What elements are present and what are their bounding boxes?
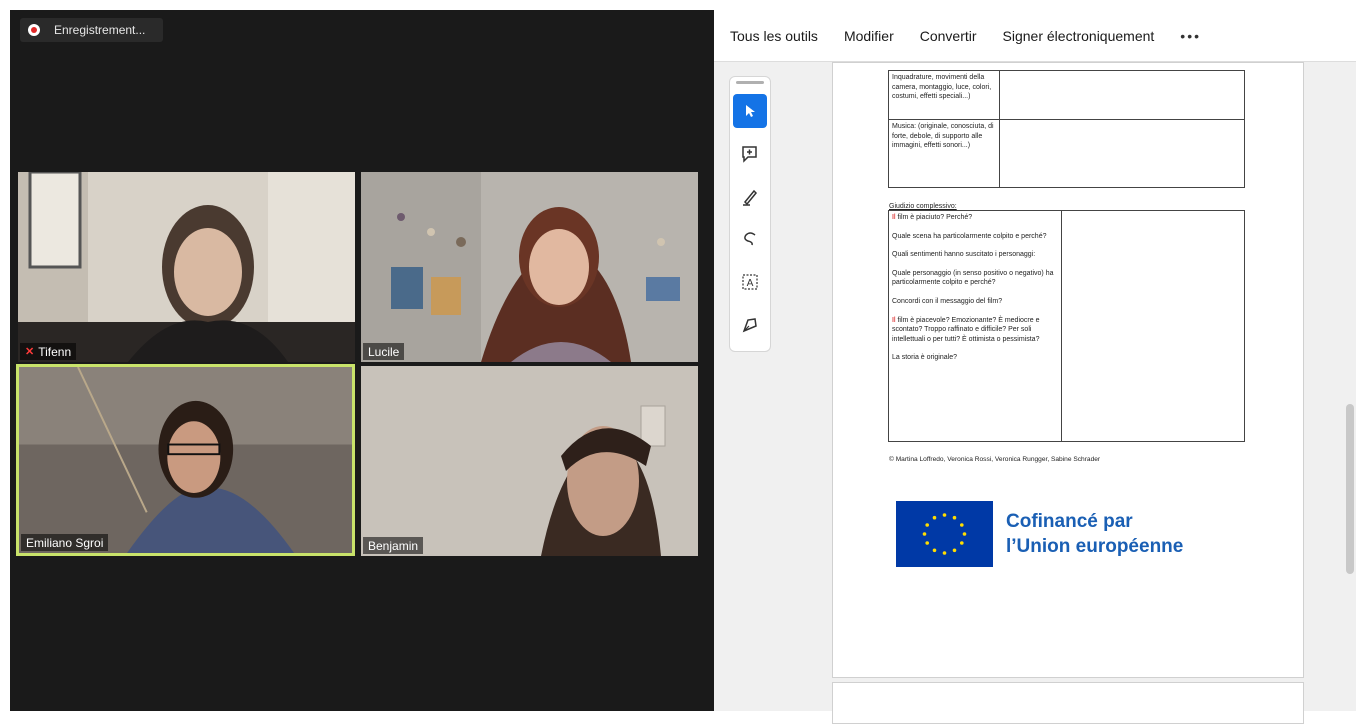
eu-cofunding-text: Cofinancé par l’Union européenne <box>1006 509 1183 559</box>
recording-label: Enregistrement... <box>54 23 146 37</box>
quick-tools-panel: A <box>729 76 771 352</box>
top-toolbar: Tous les outils Modifier Convertir Signe… <box>714 10 1356 62</box>
section-heading: Giudizio complessivo: <box>889 203 957 210</box>
menu-all-tools[interactable]: Tous les outils <box>730 28 818 44</box>
recording-indicator[interactable]: Enregistrement... <box>20 18 164 42</box>
table-cell-empty <box>1000 71 1244 119</box>
table-cell: Inquadrature, movimenti della camera, mo… <box>889 71 1000 119</box>
text-box-icon[interactable]: A <box>733 265 767 299</box>
vertical-scrollbar[interactable] <box>1346 64 1354 711</box>
more-options-icon[interactable]: ••• <box>1180 28 1201 44</box>
video-tile-lucile[interactable]: Lucile <box>361 172 698 362</box>
question-item: Concordi con il messaggio del film? <box>892 297 1003 305</box>
highlight-pen-icon[interactable] <box>733 180 767 214</box>
select-icon[interactable] <box>733 93 767 128</box>
video-feed <box>361 366 698 556</box>
table-cell: Musica: (originale, conosciuta, di forte… <box>889 120 1000 188</box>
participant-label: ✕ Tifenn <box>20 343 77 360</box>
table-row: Inquadrature, movimenti della camera, mo… <box>889 71 1244 119</box>
question-item: Il film è piacevole? Emozionante? È medi… <box>892 316 1040 343</box>
menu-e-sign[interactable]: Signer électroniquement <box>1003 28 1155 44</box>
svg-text:A: A <box>747 278 754 289</box>
question-item: La storia è originale? <box>892 354 957 362</box>
eu-flag-logo <box>896 501 993 567</box>
table-cell-empty <box>1000 120 1244 188</box>
video-feed <box>361 172 698 362</box>
eu-line-1: Cofinancé par <box>1006 511 1133 532</box>
document-page: Inquadrature, movimenti della camera, mo… <box>832 62 1304 678</box>
scrollbar-thumb[interactable] <box>1346 404 1354 574</box>
overall-judgement-table: Il film è piaciuto? Perché? Quale scena … <box>888 210 1245 442</box>
video-tile-tifenn[interactable]: ✕ Tifenn <box>18 172 355 362</box>
answer-cell-empty <box>1062 211 1244 441</box>
video-feed <box>19 367 352 553</box>
menu-convert[interactable]: Convertir <box>920 28 977 44</box>
table-row: Musica: (originale, conosciuta, di forte… <box>889 119 1244 188</box>
participant-name: Benjamin <box>368 538 419 553</box>
participant-label: Benjamin <box>363 537 424 554</box>
participant-name: Tifenn <box>38 344 72 359</box>
questions-cell: Il film è piaciuto? Perché? Quale scena … <box>889 211 1062 441</box>
participant-label: Lucile <box>363 343 405 360</box>
record-icon <box>28 24 40 36</box>
sign-icon[interactable] <box>733 308 767 342</box>
credit-line: © Martina Loffredo, Veronica Rossi, Vero… <box>889 456 1101 463</box>
question-item: Quali sentimenti hanno suscitato i perso… <box>892 251 1036 259</box>
participant-name: Lucile <box>368 344 400 359</box>
drag-handle[interactable] <box>736 81 764 84</box>
participant-name: Emiliano Sgroi <box>26 535 104 550</box>
video-tile-emiliano-sgroi[interactable]: Emiliano Sgroi <box>16 364 355 556</box>
film-analysis-table: Inquadrature, movimenti della camera, mo… <box>888 70 1245 188</box>
draw-freehand-icon[interactable] <box>733 222 767 256</box>
participant-label: Emiliano Sgroi <box>21 534 109 551</box>
question-item: Quale scena ha particolarmente colpito e… <box>892 232 1047 240</box>
pdf-viewer: Tous les outils Modifier Convertir Signe… <box>714 10 1356 724</box>
eu-line-2: l’Union européenne <box>1006 536 1184 557</box>
video-call-panel: Enregistrement... ✕ Tifenn Lucile Emilia… <box>10 10 714 711</box>
question-item: Quale personaggio (in senso positivo o n… <box>892 269 1054 287</box>
question-item: Il film è piaciuto? Perché? <box>892 214 973 221</box>
video-feed <box>18 172 355 362</box>
video-tile-benjamin[interactable]: Benjamin <box>361 366 698 556</box>
add-comment-icon[interactable] <box>733 137 767 171</box>
next-document-page <box>832 682 1304 724</box>
mic-muted-icon: ✕ <box>25 346 35 358</box>
menu-edit[interactable]: Modifier <box>844 28 894 44</box>
